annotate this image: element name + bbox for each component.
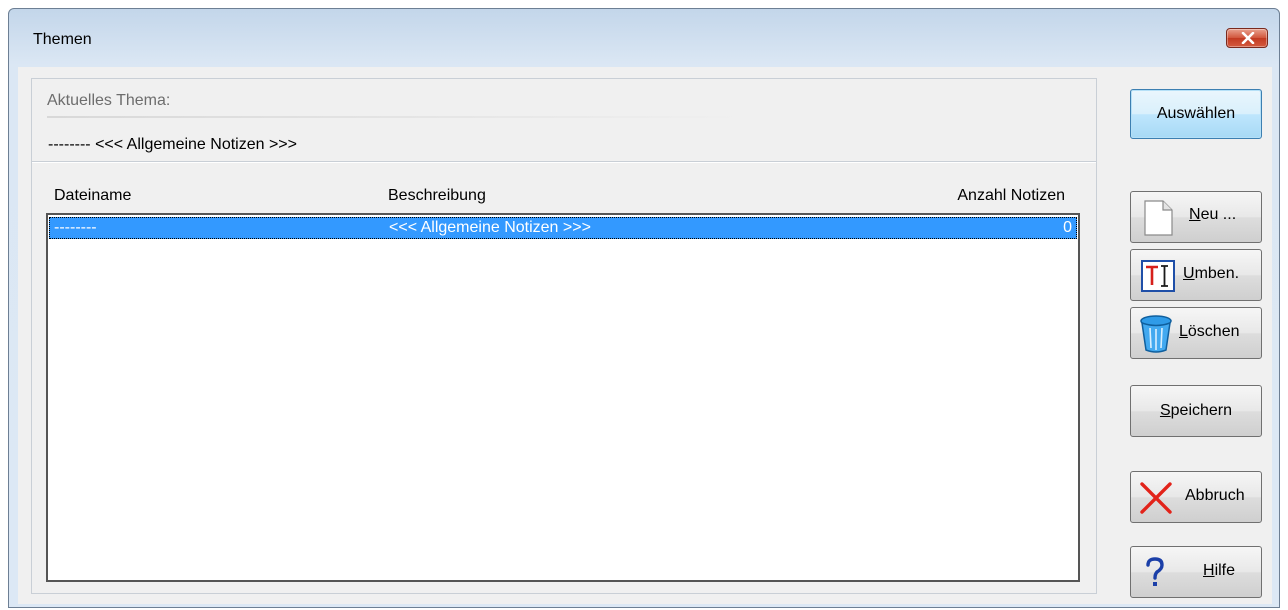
column-header-filename: Dateiname	[54, 187, 132, 204]
select-button-label: Auswählen	[1156, 105, 1236, 122]
rename-text-icon	[1141, 260, 1175, 292]
themen-dialog: Themen Aktuelles Thema: -------- <<< All…	[8, 8, 1280, 608]
rename-button[interactable]: Umben.	[1130, 249, 1262, 301]
help-button[interactable]: Hilfe	[1130, 546, 1262, 598]
current-topic-separator	[47, 116, 747, 118]
list-item-description: <<< Allgemeine Notizen >>>	[389, 219, 591, 236]
list-item-note-count: 0	[1063, 219, 1072, 236]
delete-button[interactable]: Löschen	[1130, 307, 1262, 359]
question-mark-icon	[1146, 557, 1164, 586]
group-divider	[32, 161, 1096, 163]
list-item-filename: --------	[54, 219, 97, 236]
close-icon	[1241, 32, 1255, 44]
title-bar[interactable]: Themen	[9, 9, 1279, 55]
topic-group: Aktuelles Thema: -------- <<< Allgemeine…	[31, 78, 1097, 594]
save-button[interactable]: Speichern	[1130, 385, 1262, 437]
save-button-label: Speichern	[1159, 402, 1233, 419]
close-button[interactable]	[1226, 28, 1268, 48]
dialog-client-area: Aktuelles Thema: -------- <<< Allgemeine…	[18, 67, 1272, 604]
select-button[interactable]: Auswählen	[1130, 89, 1262, 139]
current-topic-label: Aktuelles Thema:	[47, 92, 171, 109]
trash-bin-icon	[1140, 315, 1172, 353]
new-button[interactable]: Neu ...	[1130, 191, 1262, 243]
column-header-description: Beschreibung	[388, 187, 486, 204]
help-button-label: Hilfe	[1203, 562, 1236, 579]
new-document-icon	[1144, 200, 1173, 236]
window-title: Themen	[33, 31, 92, 48]
column-header-note-count: Anzahl Notizen	[957, 187, 1065, 204]
cancel-button[interactable]: Abbruch	[1130, 471, 1262, 523]
topic-list[interactable]: -------- <<< Allgemeine Notizen >>> 0	[46, 213, 1080, 582]
current-topic-value: -------- <<< Allgemeine Notizen >>>	[48, 136, 297, 153]
cancel-button-label: Abbruch	[1185, 487, 1245, 504]
rename-button-label: Umben.	[1183, 265, 1240, 282]
new-button-label: Neu ...	[1189, 206, 1237, 223]
red-x-icon	[1140, 482, 1172, 514]
delete-button-label: Löschen	[1179, 323, 1240, 340]
list-item[interactable]: -------- <<< Allgemeine Notizen >>> 0	[49, 217, 1077, 239]
